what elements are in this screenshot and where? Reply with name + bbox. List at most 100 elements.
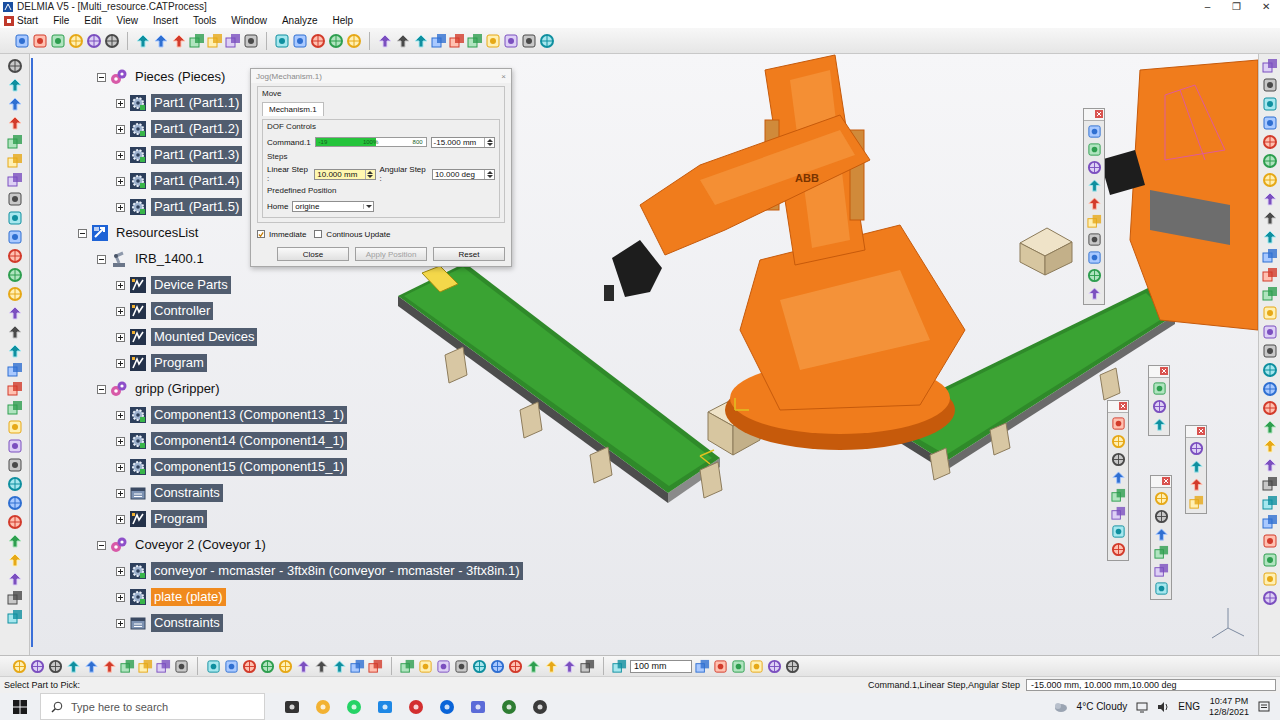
tool-icon[interactable] — [1262, 77, 1278, 93]
window-control[interactable]: ❐ — [1222, 0, 1251, 14]
language-indicator[interactable]: ENG — [1178, 701, 1200, 712]
tool-icon[interactable] — [7, 286, 23, 302]
tool-icon[interactable] — [1262, 286, 1278, 302]
tool-icon[interactable] — [278, 659, 293, 674]
tool-icon[interactable] — [1154, 509, 1169, 524]
tree-expander[interactable] — [116, 515, 125, 524]
linear-step-field[interactable]: 10.000 mm — [314, 169, 375, 180]
tool-icon[interactable] — [1262, 229, 1278, 245]
tool-icon[interactable] — [66, 659, 81, 674]
tool-icon[interactable] — [104, 33, 120, 49]
tool-icon[interactable] — [7, 571, 23, 587]
tree-item[interactable]: Program — [30, 350, 1258, 376]
robot-main[interactable]: ABB — [604, 55, 965, 450]
tool-icon[interactable] — [731, 659, 746, 674]
tool-icon[interactable] — [7, 381, 23, 397]
compass-icon[interactable] — [1212, 608, 1244, 638]
tool-icon[interactable] — [243, 33, 259, 49]
tool-icon[interactable] — [7, 267, 23, 283]
tool-icon[interactable] — [1087, 178, 1102, 193]
tree-expander[interactable] — [116, 333, 125, 342]
tool-icon[interactable] — [314, 659, 329, 674]
tree-item[interactable]: Mounted Devices — [30, 324, 1258, 350]
tree-label[interactable]: Component15 (Component15_1) — [151, 458, 347, 476]
tree-item[interactable]: Part1 (Part1.3) — [30, 142, 1258, 168]
option-checkbox[interactable]: Continous Update — [314, 227, 390, 241]
tool-icon[interactable] — [7, 248, 23, 264]
start-button[interactable] — [0, 700, 40, 714]
tool-icon[interactable] — [102, 659, 117, 674]
tool-icon[interactable] — [7, 552, 23, 568]
tree-item[interactable]: Part1 (Part1.2) — [30, 116, 1258, 142]
tree-label[interactable]: Coveyor 2 (Coveyor 1) — [132, 536, 269, 554]
tool-icon[interactable] — [207, 33, 223, 49]
tool-icon[interactable] — [30, 659, 45, 674]
tool-icon[interactable] — [472, 659, 487, 674]
tool-icon[interactable] — [1087, 250, 1102, 265]
tree-expander[interactable] — [116, 437, 125, 446]
tool-icon[interactable] — [544, 659, 559, 674]
tree-expander[interactable] — [116, 489, 125, 498]
tree-label[interactable]: Component13 (Component13_1) — [151, 406, 347, 424]
tree-expander[interactable] — [97, 385, 106, 394]
tool-icon[interactable] — [526, 659, 541, 674]
tool-icon[interactable] — [310, 33, 326, 49]
window-control[interactable]: ✕ — [1251, 0, 1280, 14]
tree-label[interactable]: IRB_1400.1 — [132, 250, 207, 268]
floating-toolbar[interactable] — [1185, 425, 1207, 514]
tool-icon[interactable] — [1154, 527, 1169, 542]
tool-icon[interactable] — [485, 33, 501, 49]
tool-icon[interactable] — [1262, 438, 1278, 454]
command-value[interactable]: -15.000 mm — [431, 137, 495, 148]
tool-icon[interactable] — [1087, 124, 1102, 139]
jog-dialog[interactable]: Jog(Mechanism.1)×MoveMechanism.1DOF Cont… — [250, 68, 512, 267]
tool-icon[interactable] — [1262, 362, 1278, 378]
tool-icon[interactable] — [328, 33, 344, 49]
tool-icon[interactable] — [7, 77, 23, 93]
tree-expander[interactable] — [116, 593, 125, 602]
taskbar-app-icon[interactable] — [438, 698, 456, 716]
tool-icon[interactable] — [1262, 552, 1278, 568]
tool-icon[interactable] — [490, 659, 505, 674]
tree-label[interactable]: Constraints — [151, 484, 223, 502]
tree-expander[interactable] — [97, 541, 106, 550]
tree-label[interactable]: Program — [151, 510, 207, 528]
tool-icon[interactable] — [1262, 343, 1278, 359]
taskbar-app-icon[interactable] — [469, 698, 487, 716]
clock[interactable]: 10:47 PM12/8/2021 — [1209, 696, 1249, 718]
tool-icon[interactable] — [1087, 268, 1102, 283]
tool-icon[interactable] — [1189, 495, 1204, 510]
tool-icon[interactable] — [7, 419, 23, 435]
option-checkbox[interactable]: Immediate — [257, 227, 306, 241]
tool-icon[interactable] — [580, 659, 595, 674]
menu-item[interactable]: Help — [333, 14, 354, 28]
taskbar-search[interactable]: Type here to search — [40, 693, 265, 720]
tool-icon[interactable] — [1111, 524, 1126, 539]
tool-icon[interactable] — [1154, 491, 1169, 506]
conveyor-left[interactable] — [398, 263, 722, 503]
tree-label[interactable]: Part1 (Part1.3) — [151, 146, 242, 164]
window-control[interactable]: – — [1193, 0, 1222, 14]
tool-icon[interactable] — [1111, 506, 1126, 521]
tool-icon[interactable] — [1262, 495, 1278, 511]
tree-label[interactable]: ResourcesList — [113, 224, 201, 242]
tree-label[interactable]: plate (plate) — [151, 588, 226, 606]
tool-icon[interactable] — [7, 343, 23, 359]
tree-item[interactable]: Component13 (Component13_1) — [30, 402, 1258, 428]
tree-item[interactable]: Device Parts — [30, 272, 1258, 298]
tool-icon[interactable] — [1262, 267, 1278, 283]
tool-icon[interactable] — [1189, 477, 1204, 492]
tool-icon[interactable] — [7, 134, 23, 150]
taskbar-app-icon[interactable] — [376, 698, 394, 716]
tool-icon[interactable] — [1111, 416, 1126, 431]
tree-item[interactable]: conveyor - mcmaster - 3ftx8in (conveyor … — [30, 558, 1258, 584]
menu-item[interactable]: Window — [231, 14, 267, 28]
tool-icon[interactable] — [86, 33, 102, 49]
tool-icon[interactable] — [292, 33, 308, 49]
tool-icon[interactable] — [1087, 196, 1102, 211]
tool-icon[interactable] — [7, 590, 23, 606]
tool-icon[interactable] — [1262, 115, 1278, 131]
tool-icon[interactable] — [1154, 545, 1169, 560]
tool-icon[interactable] — [1262, 514, 1278, 530]
tool-icon[interactable] — [436, 659, 451, 674]
